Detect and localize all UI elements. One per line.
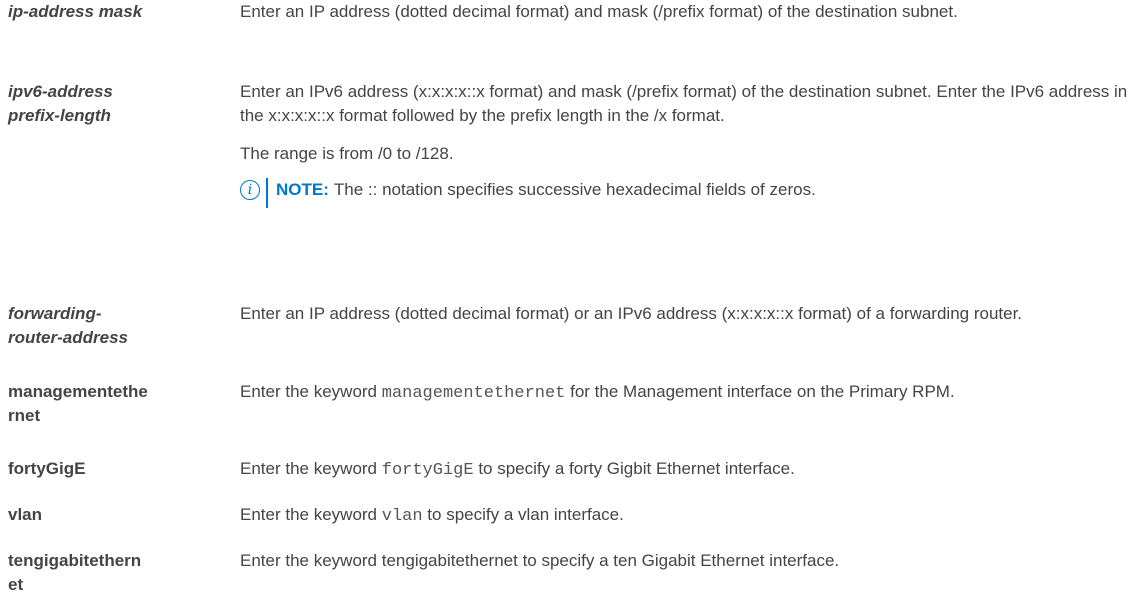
param-term: fortyGigE [8, 459, 86, 478]
description-text: Enter the keyword fortyGigE to specify a… [240, 457, 1135, 483]
param-description: Enter the keyword managementethernet for… [240, 380, 1135, 406]
keyword: fortyGigE [381, 461, 474, 480]
info-icon: i [240, 180, 260, 200]
note-divider [266, 178, 268, 208]
description-text: Enter the keyword vlan to specify a vlan… [240, 503, 1135, 529]
term-line: et [8, 575, 24, 594]
description-suffix: to specify a vlan interface. [427, 505, 624, 524]
param-description: Enter an IP address (dotted decimal form… [240, 302, 1135, 326]
term-line: managementethe [8, 382, 148, 401]
term-line: router-address [8, 328, 128, 347]
note-label: NOTE: [276, 180, 329, 199]
description-text: Enter the keyword tengigabitethernet to … [240, 551, 840, 570]
param-term: tengigabitethern et [8, 549, 232, 597]
term-line: ipv6-address [8, 82, 113, 101]
keyword: managementethernet [381, 384, 566, 403]
description-prefix: Enter the keyword [240, 505, 378, 524]
term-line: rnet [8, 406, 41, 425]
term-line: tengigabitethern [8, 551, 142, 570]
param-description: Enter an IP address (dotted decimal form… [240, 0, 1135, 24]
param-description: Enter the keyword vlan to specify a vlan… [240, 503, 1135, 529]
keyword: vlan [381, 507, 423, 526]
description-text: Enter an IP address (dotted decimal form… [240, 2, 958, 21]
param-description: Enter an IPv6 address (x:x:x:x::x format… [240, 80, 1135, 208]
note-callout: i NOTE: The :: notation specifies success… [240, 178, 1135, 208]
param-term: forwarding- router-address [8, 302, 232, 350]
range-text: The range is from /0 to /128. [240, 144, 454, 163]
parameter-table: ip-address mask Enter an IP address (dot… [0, 0, 1141, 594]
note-content: NOTE: The :: notation specifies successiv… [276, 178, 816, 202]
description-prefix: Enter the keyword [240, 459, 378, 478]
param-term: ipv6-address prefix-length [8, 80, 232, 128]
term-line: forwarding- [8, 304, 102, 323]
param-description: Enter the keyword fortyGigE to specify a… [240, 457, 1135, 483]
term-line: prefix-length [8, 106, 111, 125]
param-description: Enter the keyword tengigabitethernet to … [240, 549, 1135, 573]
description-suffix: for the Management interface on the Prim… [570, 382, 955, 401]
description-text: Enter an IP address (dotted decimal form… [240, 304, 1023, 323]
description-text: Enter the keyword managementethernet for… [240, 380, 1135, 406]
note-text: The :: notation specifies successive hex… [333, 180, 816, 199]
description-text: Enter an IPv6 address (x:x:x:x::x format… [240, 82, 1128, 125]
param-term: ip-address mask [8, 2, 143, 21]
description-prefix: Enter the keyword [240, 382, 378, 401]
param-term: vlan [8, 505, 43, 524]
param-term: managementethe rnet [8, 380, 232, 428]
description-suffix: to specify a forty Gigbit Ethernet inter… [478, 459, 795, 478]
